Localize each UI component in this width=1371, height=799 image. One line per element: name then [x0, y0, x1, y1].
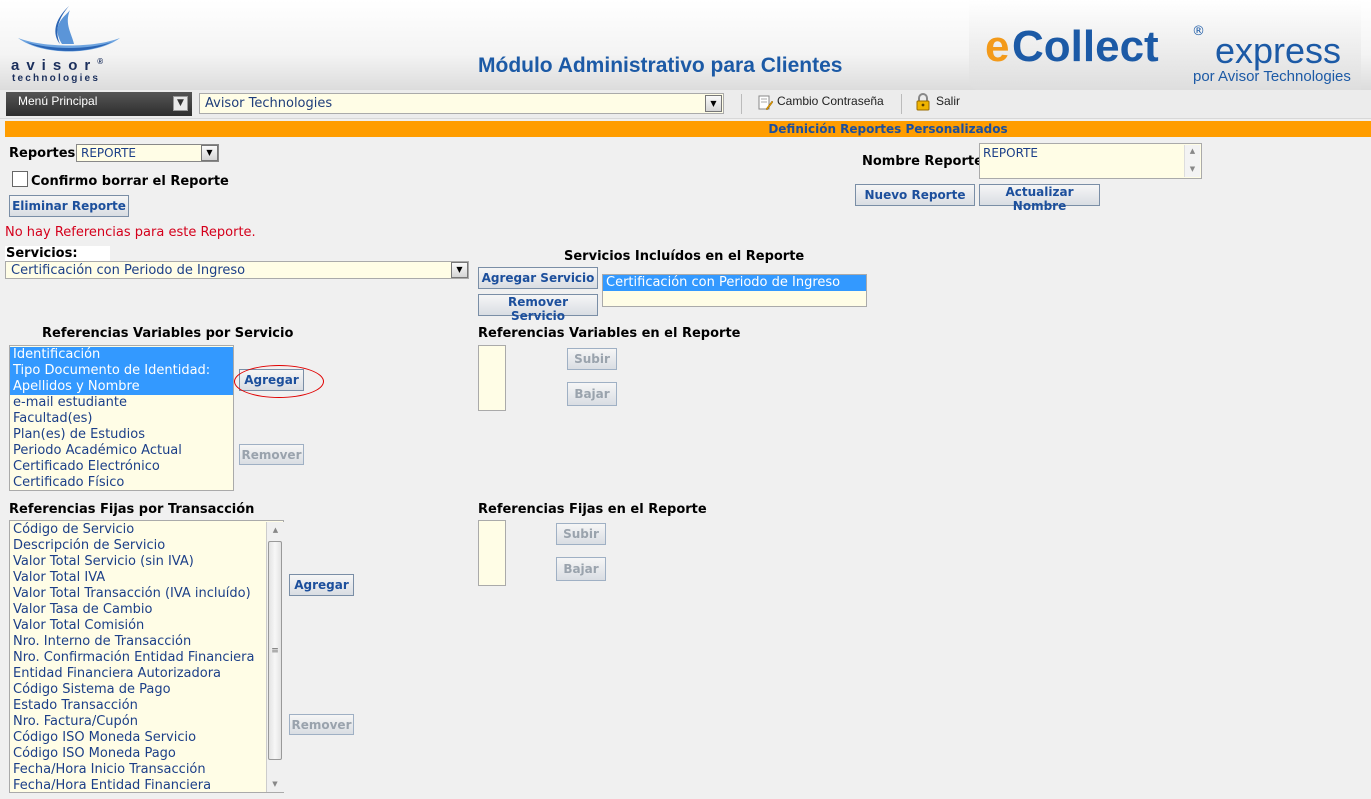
logo-wordmark: avisor®: [11, 57, 104, 74]
services-dropdown-arrow-icon[interactable]: ▼: [451, 262, 468, 278]
services-select-value: Certificación con Periodo de Ingreso: [11, 263, 246, 278]
variable-refs-title: Referencias Variables por Servicio: [42, 326, 294, 341]
list-item[interactable]: Valor Total Transacción (IVA incluído): [10, 586, 283, 602]
main-menu-label: Menú Principal: [18, 94, 98, 108]
list-item[interactable]: Apellidos y Nombre: [10, 379, 233, 395]
included-services-list[interactable]: Certificación con Periodo de Ingreso: [602, 274, 867, 307]
variable-refs-report-title: Referencias Variables en el Reporte: [478, 326, 741, 341]
list-item[interactable]: Nro. Confirmación Entidad Financiera: [10, 650, 283, 666]
variable-refs-up-button[interactable]: Subir: [567, 348, 617, 370]
update-name-button[interactable]: Actualizar Nombre: [979, 184, 1100, 213]
fixed-refs-down-button[interactable]: Bajar: [556, 557, 606, 581]
list-item[interactable]: Certificado Físico: [10, 475, 233, 490]
brand-express: express: [1215, 30, 1342, 71]
reports-select-value: REPORTE: [81, 146, 136, 160]
menu-divider: [901, 94, 902, 114]
scroll-down-icon[interactable]: ▼: [1185, 163, 1200, 175]
list-item[interactable]: Nro. Interno de Transacción: [10, 634, 283, 650]
list-item[interactable]: Nro. Factura/Cupón: [10, 714, 283, 730]
add-service-button[interactable]: Agregar Servicio: [478, 267, 598, 289]
list-item[interactable]: Certificación con Periodo de Ingreso: [603, 275, 866, 291]
list-item[interactable]: Valor Total Comisión: [10, 618, 283, 634]
page-title: Módulo Administrativo para Clientes: [478, 54, 843, 77]
included-services-title: Servicios Incluídos en el Reporte: [564, 249, 805, 264]
services-label: Servicios:: [5, 246, 110, 261]
scrollbar-thumb[interactable]: ≡: [268, 541, 282, 760]
list-item[interactable]: Certificado Electrónico: [10, 459, 233, 475]
fixed-refs-list[interactable]: Código de Servicio Descripción de Servic…: [9, 520, 284, 793]
services-select[interactable]: Certificación con Periodo de Ingreso: [5, 261, 469, 279]
menu-divider: [741, 94, 742, 114]
lock-icon[interactable]: [914, 93, 932, 111]
chevron-down-icon[interactable]: ▼: [173, 96, 188, 111]
remove-service-button[interactable]: Remover Servicio: [478, 294, 598, 323]
list-item[interactable]: Tipo Documento de Identidad:: [10, 363, 233, 379]
list-item[interactable]: e-mail estudiante: [10, 395, 233, 411]
list-item[interactable]: Identificación: [10, 347, 233, 363]
fixed-refs-report-list[interactable]: [478, 520, 506, 586]
variable-refs-list[interactable]: Identificación Tipo Documento de Identid…: [9, 345, 234, 491]
confirm-delete-label: Confirmo borrar el Reporte: [31, 174, 229, 189]
list-item[interactable]: Estado Transacción: [10, 698, 283, 714]
list-item[interactable]: Código ISO Moneda Pago: [10, 746, 283, 762]
list-item[interactable]: Facultad(es): [10, 411, 233, 427]
scroll-down-icon[interactable]: ▼: [267, 778, 283, 790]
report-name-scrollbar[interactable]: ▲ ▼: [1184, 145, 1200, 177]
main-menu-button[interactable]: Menú Principal: [6, 92, 192, 116]
fixed-refs-report-title: Referencias Fijas en el Reporte: [478, 502, 707, 517]
company-dropdown-arrow-icon[interactable]: ▼: [705, 95, 722, 112]
brand-tagline: por Avisor Technologies: [1193, 68, 1351, 85]
list-item[interactable]: Código de Servicio: [10, 522, 283, 538]
avisor-logo-icon: [18, 6, 120, 52]
reports-select[interactable]: REPORTE: [76, 144, 219, 162]
list-item[interactable]: Periodo Académico Actual: [10, 443, 233, 459]
delete-report-button[interactable]: Eliminar Reporte: [9, 195, 129, 217]
variable-refs-report-list[interactable]: [478, 345, 506, 411]
new-report-button[interactable]: Nuevo Reporte: [855, 184, 975, 206]
add-fixed-ref-button[interactable]: Agregar: [289, 574, 354, 596]
highlight-annotation: [234, 365, 324, 398]
report-name-input[interactable]: REPORTE: [979, 143, 1202, 179]
company-select[interactable]: Avisor Technologies: [199, 93, 724, 114]
fixed-refs-up-button[interactable]: Subir: [556, 523, 606, 545]
reports-label: Reportes:: [9, 146, 81, 161]
logo-subtext: technologies: [12, 73, 101, 84]
scroll-up-icon[interactable]: ▲: [1185, 145, 1200, 157]
list-item[interactable]: Fecha/Hora Inicio Transacción: [10, 762, 283, 778]
remove-fixed-ref-button[interactable]: Remover: [289, 714, 354, 735]
list-item[interactable]: Fecha/Hora Entidad Financiera: [10, 778, 283, 792]
brand-collect: Collect: [1012, 22, 1159, 71]
brand-registered-mark: ®: [1192, 24, 1205, 39]
scroll-up-icon[interactable]: ▲: [267, 524, 284, 536]
reports-dropdown-arrow-icon[interactable]: ▼: [201, 145, 218, 161]
list-item[interactable]: Valor Total Servicio (sin IVA): [10, 554, 283, 570]
variable-refs-down-button[interactable]: Bajar: [567, 382, 617, 406]
report-name-value: REPORTE: [983, 146, 1038, 160]
change-password-link[interactable]: Cambio Contraseña: [777, 94, 884, 108]
edit-document-icon[interactable]: [757, 95, 773, 111]
logout-link[interactable]: Salir: [936, 94, 960, 108]
list-item[interactable]: Entidad Financiera Autorizadora: [10, 666, 283, 682]
list-item[interactable]: Código Sistema de Pago: [10, 682, 283, 698]
list-item[interactable]: Valor Total IVA: [10, 570, 283, 586]
list-item[interactable]: Código ISO Moneda Servicio: [10, 730, 283, 746]
remove-variable-ref-button[interactable]: Remover: [239, 444, 304, 465]
list-item[interactable]: Plan(es) de Estudios: [10, 427, 233, 443]
section-title-bar: Definición Reportes Personalizados: [5, 121, 1371, 137]
brand-e: e: [985, 22, 1010, 71]
list-item[interactable]: Valor Tasa de Cambio: [10, 602, 283, 618]
fixed-refs-title: Referencias Fijas por Transacción: [9, 502, 255, 517]
company-select-value: Avisor Technologies: [205, 96, 333, 111]
no-references-message: No hay Referencias para este Reporte.: [5, 225, 256, 240]
list-item[interactable]: Descripción de Servicio: [10, 538, 283, 554]
confirm-delete-checkbox[interactable]: [12, 171, 28, 187]
report-name-label: Nombre Reporte:: [862, 154, 989, 169]
